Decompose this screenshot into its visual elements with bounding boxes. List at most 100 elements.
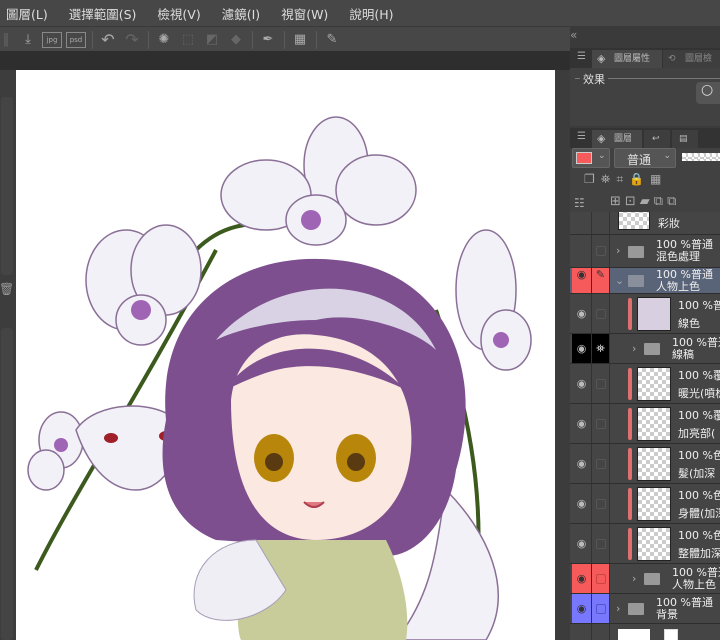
layer-toolbar: ⌄ 普通 ⌄ ❐⛯⌗🔒▦ ☷ ⊞⊡▰⧉⧉ (570, 148, 720, 216)
history-icon: ↩ (652, 134, 660, 144)
new-layer-icons[interactable]: ⊞⊡▰⧉⧉ (610, 194, 680, 209)
menu-selection[interactable]: 選擇範圍(S) (69, 4, 137, 23)
scrollbar[interactable] (1, 328, 13, 640)
left-panel: 🗑 (0, 70, 16, 640)
layer-name: 髮(加深 (678, 468, 716, 480)
layer-name: 整體加深 (678, 548, 720, 560)
fill-icon[interactable]: ◆ (226, 30, 246, 50)
layer-meta: 100 %覆 (678, 370, 720, 382)
artwork (27, 116, 532, 640)
tab-layer-property[interactable]: ◈ 圖層屬性 (592, 50, 662, 68)
invert-selection-icon[interactable]: ◩ (202, 30, 222, 50)
search-layer-icon: ⟲ (668, 54, 676, 64)
visibility-icon[interactable]: ◉ (572, 294, 592, 333)
layer-meta: 100 %色 (678, 450, 720, 462)
grid-icon[interactable]: ▦ (290, 30, 310, 50)
layer-row[interactable]: ◉ › 100 %普通 背景 (570, 594, 720, 624)
menu-layer[interactable]: 圖層(L) (6, 4, 48, 23)
layer-name: 彩妝 (658, 218, 680, 230)
layer-meta: 100 %覆 (678, 410, 720, 422)
loading-icon[interactable]: ✺ (154, 30, 174, 50)
import-icon[interactable]: ⤓ (18, 30, 38, 50)
layer-property-tabs: ☰ ◈ 圖層屬性 ⟲ 圖層檢 (570, 48, 720, 68)
layer-row[interactable]: ◉ › 100 %普通 人物上色 (570, 564, 720, 594)
trash-icon[interactable]: 🗑 (0, 282, 14, 296)
border-effect-button[interactable]: ○ (696, 82, 720, 104)
menu-icon[interactable]: ☰ (577, 131, 586, 142)
right-panel: « ☰ ◈ 圖層屬性 ⟲ 圖層檢 效果 ○ ☰ ◈ 圖層 ↩ ▤ ⌄ 普通 ⌄ ❐⛯⌗🔒… (570, 26, 720, 640)
visibility-icon[interactable]: ◉ (572, 268, 592, 293)
layer-row[interactable]: ◉⛯ › 100 %普通 線稿 (570, 334, 720, 364)
undo-icon[interactable]: ↶ (98, 30, 118, 50)
layer-meta: 100 %普通 (656, 239, 713, 251)
layer-name: 身體(加深 (678, 508, 720, 520)
menu-icon[interactable]: ☰ (577, 51, 586, 62)
layers-icon: ◈ (597, 52, 606, 65)
menu-window[interactable]: 視窗(W) (281, 4, 328, 23)
layer-lock-icons[interactable]: ❐⛯⌗🔒▦ (584, 172, 667, 187)
layer-list: 彩妝 › 100 %普通 混色處理 ◉ ✎ ⌄ 100 %普通 人物上色 ◉ 10… (570, 212, 720, 640)
layer-row[interactable]: ◉ 100 %普 線色 (570, 294, 720, 334)
grip-handle[interactable]: ‖ (2, 30, 10, 50)
edit-pen-icon[interactable]: ✎ (592, 268, 610, 293)
command-bar: ‖ ⤓ jpg psd ↶ ↷ ✺ ⬚ ◩ ◆ ✒ ▦ ✎ (0, 26, 570, 51)
layer-name: 暖光(噴槍 (678, 388, 720, 400)
tab-history[interactable]: ↩ (644, 130, 670, 148)
visibility-icon[interactable]: ◉ (572, 444, 592, 483)
visibility-icon[interactable]: ◉ (572, 364, 592, 403)
opacity-slider[interactable] (682, 153, 720, 161)
menu-help[interactable]: 說明(H) (349, 4, 393, 23)
blend-mode-select[interactable]: 普通 ⌄ (614, 148, 676, 168)
effect-label: 效果 (580, 71, 608, 87)
collapse-panel-button[interactable]: « (570, 28, 577, 42)
canvas[interactable] (16, 70, 555, 640)
redo-icon[interactable]: ↷ (122, 30, 142, 50)
layer-row[interactable]: ◉ 100 %色 髮(加深 (570, 444, 720, 484)
layer-meta: 100 %普通 (656, 597, 713, 609)
reference-icon[interactable]: ⛯ (592, 334, 610, 363)
visibility-icon[interactable]: ◉ (572, 594, 592, 623)
scrollbar[interactable] (1, 97, 13, 275)
visibility-icon[interactable]: ◉ (572, 404, 592, 443)
visibility-icon[interactable]: ◉ (572, 564, 592, 593)
layer-name: 線稿 (672, 349, 694, 361)
layer-row-selected[interactable]: ◉ ✎ ⌄ 100 %普通 人物上色 (570, 268, 720, 294)
export-jpg-button[interactable]: jpg (42, 32, 62, 48)
layer-property-panel: 效果 ○ (570, 68, 720, 126)
layer-name: 人物上色 (672, 579, 716, 591)
layer-name: 人物上色 (656, 281, 700, 293)
layer-row[interactable]: ◉ 100 %覆 暖光(噴槍 (570, 364, 720, 404)
layers-icon: ◈ (597, 132, 606, 145)
layer-tabs: ☰ ◈ 圖層 ↩ ▤ (570, 128, 720, 148)
layer-name: 背景 (656, 609, 678, 621)
layer-row[interactable]: 彩妝 (570, 212, 720, 235)
layer-row[interactable] (570, 624, 720, 640)
tab-animation[interactable]: ▤ (672, 130, 698, 148)
export-psd-button[interactable]: psd (66, 32, 86, 48)
layer-name: 加亮部( (678, 428, 716, 440)
layer-color-select[interactable]: ⌄ (572, 148, 610, 168)
menu-bar: 圖層(L) 選擇範圍(S) 檢視(V) 濾鏡(I) 視窗(W) 說明(H) (0, 0, 720, 26)
visibility-icon[interactable]: ◉ (572, 484, 592, 523)
layer-row[interactable]: ◉ 100 %覆 加亮部( (570, 404, 720, 444)
visibility-icon[interactable]: ◉ (572, 524, 592, 563)
layer-meta: 100 %普 (678, 300, 720, 312)
layer-name: 線色 (678, 318, 700, 330)
layer-row[interactable]: ◉ 100 %色 整體加深 (570, 524, 720, 564)
canvas-header (0, 51, 570, 70)
visibility-icon[interactable]: ◉ (572, 334, 592, 363)
layer-row[interactable]: ◉ 100 %色 身體(加深 (570, 484, 720, 524)
pen-icon[interactable]: ✒ (258, 30, 278, 50)
tab-layer-search[interactable]: ⟲ 圖層檢 (663, 50, 720, 68)
layer-meta: 100 %色 (678, 530, 720, 542)
deselect-icon[interactable]: ⬚ (178, 30, 198, 50)
menu-filter[interactable]: 濾鏡(I) (222, 4, 260, 23)
layer-row[interactable]: › 100 %普通 混色處理 (570, 235, 720, 268)
menu-view[interactable]: 檢視(V) (157, 4, 200, 23)
pen-tool-icon[interactable]: ✎ (322, 30, 342, 50)
canvas-scroll-area (555, 70, 570, 640)
film-icon: ▤ (679, 134, 688, 144)
tab-layer[interactable]: ◈ 圖層 (592, 130, 642, 148)
layer-meta: 100 %普通 (672, 567, 720, 579)
layer-list-icon[interactable]: ☷ (574, 196, 585, 210)
